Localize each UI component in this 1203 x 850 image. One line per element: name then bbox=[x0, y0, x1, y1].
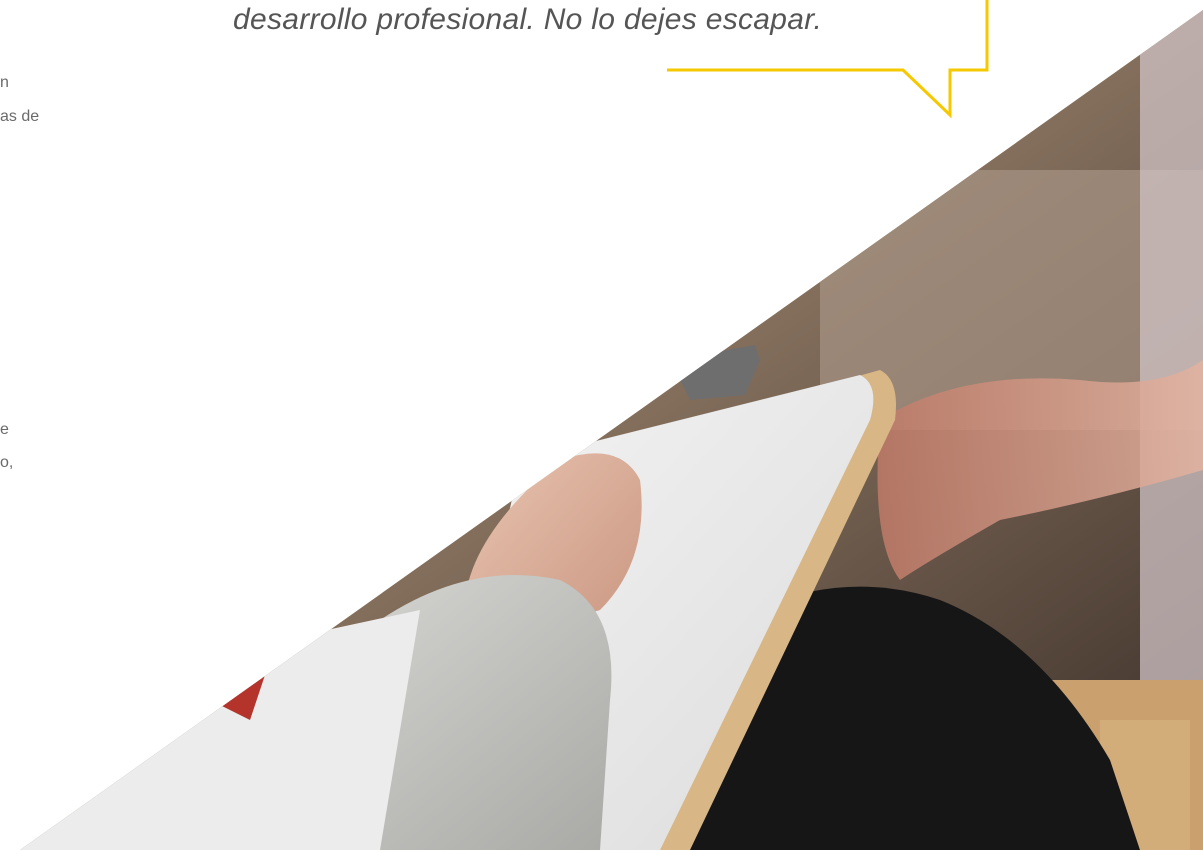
side-text-line: e bbox=[0, 421, 9, 438]
quote-text: desarrollo profesional. No lo dejes esca… bbox=[233, 3, 823, 36]
photo-clipboard-session bbox=[20, 10, 1203, 850]
side-text-line: o, bbox=[0, 454, 14, 471]
side-text-line: n bbox=[0, 74, 9, 91]
side-text-line: as de bbox=[0, 108, 40, 125]
